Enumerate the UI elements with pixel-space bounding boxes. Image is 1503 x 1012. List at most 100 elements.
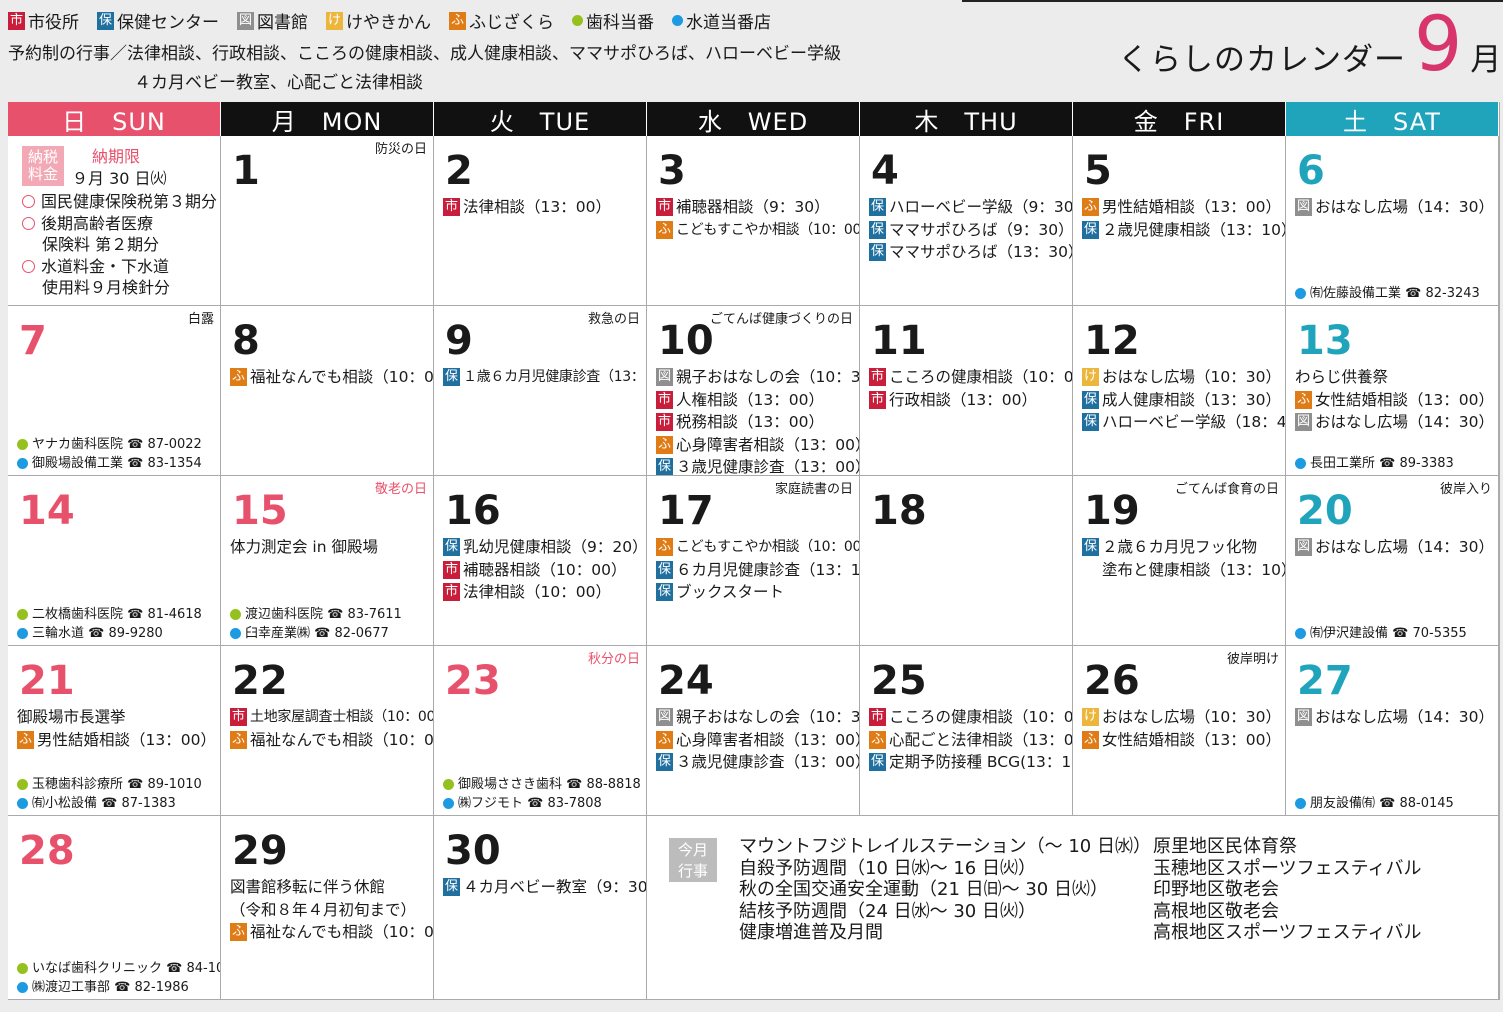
- day-cell: 2 市法律相談（13：00）: [434, 136, 647, 306]
- monthly-event: 玉穂地区スポーツフェスティバル: [1153, 857, 1422, 879]
- event-list: わらじ供養祭ふ女性結婚相談（13：00）図おはなし広場（14：30）: [1295, 366, 1494, 434]
- facility-badge-icon: 市: [869, 368, 886, 387]
- facility-badge-icon: 市: [656, 413, 673, 432]
- day-cell: 16 保乳幼児健康相談（9：20）市補聴器相談（10：00）市法律相談（10：00…: [434, 476, 647, 646]
- event-text: １歳６カ月児健康診査（13：10）: [463, 369, 646, 385]
- event-text: おはなし広場（14：30）: [1315, 198, 1494, 216]
- event-list: 保ハローベビー学級（9：30）保ママサポひろば（9：30）保ママサポひろば（13…: [869, 196, 1072, 264]
- tax-item: 保険料 第２期分: [22, 234, 217, 256]
- facility-badge-icon: け: [1082, 368, 1099, 387]
- event-list: 御殿場市長選挙ふ男性結婚相談（13：00）: [17, 706, 216, 751]
- event-text: ハローベビー学級（18：45）: [1102, 413, 1286, 431]
- event-item: 御殿場市長選挙: [17, 706, 216, 729]
- monthly-event: 原里地区民体育祭: [1153, 836, 1297, 857]
- event-text: おはなし広場（14：30）: [1315, 413, 1494, 431]
- water-dot-icon: [672, 15, 683, 26]
- event-item: ふこどもすこやか相談（10：00）: [656, 219, 859, 242]
- event-item: けおはなし広場（10：30）: [1082, 366, 1281, 389]
- event-text: （令和８年４月初旬まで）: [230, 900, 417, 919]
- duty-text: 二枚橋歯科医院 ☎ 81-4618: [32, 607, 202, 622]
- duty-text: ㈲小松設備 ☎ 87-1383: [32, 796, 176, 811]
- monthly-event: 印野地区敬老会: [1153, 879, 1279, 900]
- event-item: 市土地家屋調査士相談（10：00）: [230, 706, 433, 729]
- tax-head: 納税 料金 納期限 ９月 30 日㈫: [22, 146, 167, 190]
- event-text: ６カ月児健康診査（13：10）: [676, 560, 860, 579]
- duty-text: ㈱渡辺工事部 ☎ 82-1986: [32, 980, 189, 995]
- legend: 市市役所保保健センター図図書館けけやきかんふふじざくら 歯科当番 水道当番店: [8, 8, 771, 33]
- day-cell: 6 図おはなし広場（14：30） ㈲佐藤設備工業 ☎ 82-3243: [1286, 136, 1499, 306]
- duty-list: 玉穂歯科診療所 ☎ 89-1010 ㈲小松設備 ☎ 87-1383: [17, 775, 218, 813]
- event-text: おはなし広場（10：30）: [1102, 708, 1281, 726]
- monthly-event: マウントフジトレイルステーション（～ 10 日㈬）: [739, 836, 1151, 857]
- duty-text: 長田工業所 ☎ 89-3383: [1310, 456, 1454, 471]
- event-text: ４カ月ベビー教室（9：30）: [463, 878, 647, 896]
- day-cell: 22市土地家屋調査士相談（10：00）ふ福祉なんでも相談（10：00）: [221, 646, 434, 816]
- tax-item: 国民健康保険税第３期分: [22, 191, 217, 213]
- water-duty: 三輪水道 ☎ 89-9280: [17, 624, 218, 643]
- day-cell: 24図親子おはなしの会（10：30）ふ心身障害者相談（13：00）保３歳児健康診…: [647, 646, 860, 816]
- event-item: 保１歳６カ月児健康診査（13：10）: [443, 366, 646, 389]
- day-cell: 10ごてんば健康づくりの日図親子おはなしの会（10：30）市人権相談（13：00…: [647, 306, 860, 476]
- facility-badge-icon: け: [326, 11, 343, 30]
- event-text: 心配ごと法律相談（13：00）: [889, 730, 1073, 749]
- event-item: 保ブックスタート: [656, 581, 855, 604]
- tax-badge-line: 料金: [27, 165, 58, 183]
- event-text: 人権相談（13：00）: [676, 390, 824, 409]
- event-item: 図おはなし広場（14：30）: [1295, 706, 1494, 729]
- event-item: 図おはなし広場（14：30）: [1295, 536, 1494, 559]
- facility-badge-icon: ふ: [1082, 198, 1099, 217]
- tax-item-text: 後期高齢者医療: [41, 213, 154, 233]
- circle-icon: [22, 195, 35, 208]
- monthly-event: 自殺予防週間（10 日㈬～ 16 日㈫）: [739, 857, 1036, 879]
- event-item: 市法律相談（10：00）: [443, 581, 642, 604]
- event-item: ふ男性結婚相談（13：00）: [17, 729, 216, 752]
- facility-badge-icon: ふ: [869, 730, 886, 749]
- duty-list: 朋友設備㈲ ☎ 88-0145: [1295, 794, 1496, 813]
- event-item: 保乳幼児健康相談（9：20）: [443, 536, 646, 559]
- monthly-badge: 今月 行事: [669, 838, 717, 882]
- monthly-badge-line: 行事: [677, 862, 708, 880]
- day-cell: 18: [860, 476, 1073, 646]
- facility-badge-icon: 保: [1082, 538, 1099, 557]
- facility-badge-icon: 保: [656, 458, 673, 475]
- day-number: 13: [1297, 318, 1353, 364]
- dental-dot-icon: [230, 609, 241, 620]
- calendar-title: くらしのカレンダー 9 月: [1118, 4, 1501, 84]
- facility-badge-icon: 保: [869, 220, 886, 239]
- facility-badge-icon: 図: [1295, 538, 1312, 557]
- event-item: 保定期予防接種 BCG(13：15): [869, 751, 1072, 774]
- legend-item: ふふじざくら: [449, 8, 554, 33]
- water-dot-icon: [17, 628, 28, 639]
- monthly-events: 今月 行事 マウントフジトレイルステーション（～ 10 日㈬） 自殺予防週間（10 日…: [647, 816, 1499, 1000]
- tax-item-text: 使用料９月検針分: [42, 278, 171, 297]
- event-text: 心身障害者相談（13：00）: [676, 730, 860, 749]
- facility-badge-icon: ふ: [1295, 390, 1312, 409]
- dental-dot-icon: [17, 963, 28, 974]
- event-text: こころの健康相談（10：00）: [889, 708, 1073, 726]
- header: 市市役所保保健センター図図書館けけやきかんふふじざくら 歯科当番 水道当番店 予約制…: [0, 0, 1503, 98]
- event-text: 福祉なんでも相談（10：00）: [250, 730, 434, 749]
- facility-badge-icon: 保: [1082, 413, 1099, 432]
- facility-badge-icon: 保: [656, 560, 673, 579]
- facility-badge-icon: ふ: [230, 730, 247, 749]
- event-item: ふ男性結婚相談（13：00）: [1082, 196, 1281, 219]
- event-item: 図おはなし広場（14：30）: [1295, 196, 1494, 219]
- event-text: こころの健康相談（10：00）: [889, 368, 1073, 386]
- day-cell: 5 ふ男性結婚相談（13：00）保 ２歳児健康相談（13：10）: [1073, 136, 1286, 306]
- event-item: 市補聴器相談（9：30）: [656, 196, 855, 219]
- dental-duty: ヤナカ歯科医院 ☎ 87-0022: [17, 435, 218, 454]
- event-list: 市こころの健康相談（10：00）ふ心配ごと法律相談（13：00）保定期予防接種 …: [869, 706, 1072, 774]
- duty-list: ㈲佐藤設備工業 ☎ 82-3243: [1295, 284, 1496, 303]
- day-number: 30: [445, 828, 501, 874]
- day-cell: 23 秋分の日 御殿場ささき歯科 ☎ 88-8818 ㈱フジモト ☎ 83-7808: [434, 646, 647, 816]
- water-dot-icon: [17, 982, 28, 993]
- duty-list: 二枚橋歯科医院 ☎ 81-4618 三輪水道 ☎ 89-9280: [17, 605, 218, 643]
- day-number: 20: [1297, 488, 1353, 534]
- event-list: 市こころの健康相談（10：00）市行政相談（13：00）: [869, 366, 1072, 411]
- water-duty: ㈲伊沢建設備 ☎ 70-5355: [1295, 624, 1496, 643]
- facility-badge-icon: ふ: [17, 730, 34, 749]
- day-number: 1: [232, 148, 260, 194]
- duty-text: ㈲伊沢建設備 ☎ 70-5355: [1310, 626, 1467, 641]
- event-item: 体力測定会 in 御殿場: [230, 536, 429, 559]
- day-cell: 19 ごてんば食育の日保 ２歳６カ月児フッ化物 塗布と健康相談（13：10）: [1073, 476, 1286, 646]
